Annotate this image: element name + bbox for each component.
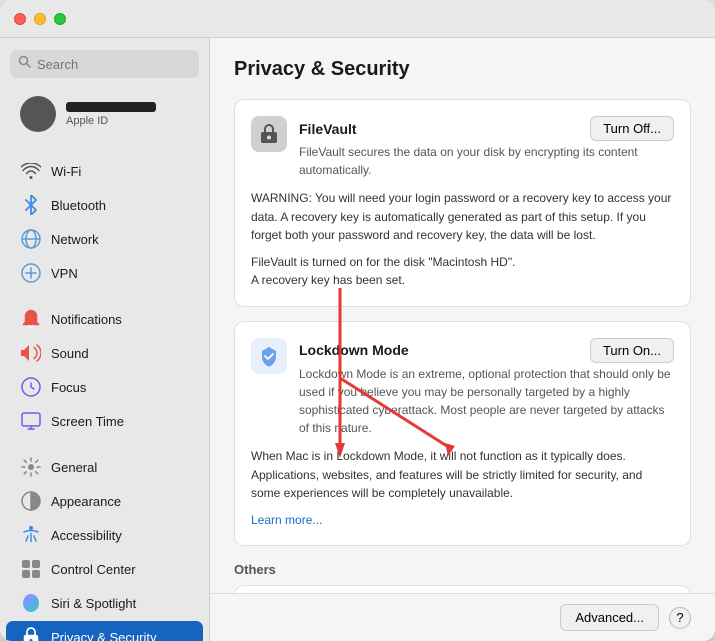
bottom-bar: Advanced... ?	[210, 593, 715, 641]
others-list: Extensions › Profiles ›	[234, 585, 691, 593]
bluetooth-icon	[20, 194, 42, 216]
sidebar: Apple ID Wi-Fi	[0, 38, 210, 641]
privacy-icon	[20, 626, 42, 641]
filevault-warning: WARNING: You will need your login passwo…	[251, 189, 674, 245]
avatar	[20, 96, 56, 132]
network-icon	[20, 228, 42, 250]
sidebar-item-siri-spotlight[interactable]: Siri & Spotlight	[6, 587, 203, 619]
wifi-icon	[20, 160, 42, 182]
screen-time-icon	[20, 410, 42, 432]
lockdown-extra: When Mac is in Lockdown Mode, it will no…	[251, 447, 674, 503]
lockdown-title: Lockdown Mode	[299, 342, 409, 358]
maximize-button[interactable]	[54, 13, 66, 25]
apple-id-label: Apple ID	[66, 115, 156, 127]
sidebar-item-label-sound: Sound	[51, 346, 89, 361]
page-title: Privacy & Security	[234, 58, 691, 81]
extensions-row[interactable]: Extensions ›	[235, 586, 690, 593]
filevault-title-row: FileVault Turn Off...	[299, 116, 674, 141]
sidebar-item-general[interactable]: General	[6, 451, 203, 483]
apple-id-name-bar	[66, 102, 156, 112]
sidebar-item-sound[interactable]: Sound	[6, 337, 203, 369]
search-box[interactable]	[10, 50, 199, 78]
filevault-text: FileVault Turn Off... FileVault secures …	[299, 116, 674, 179]
apple-id-section[interactable]: Apple ID	[6, 90, 203, 140]
sidebar-item-accessibility[interactable]: Accessibility	[6, 519, 203, 551]
sidebar-item-label-appearance: Appearance	[51, 494, 121, 509]
search-icon	[18, 55, 31, 73]
filevault-status: FileVault is turned on for the disk "Mac…	[251, 253, 674, 290]
notifications-icon	[20, 308, 42, 330]
sidebar-item-vpn[interactable]: VPN	[6, 257, 203, 289]
sound-icon	[20, 342, 42, 364]
sidebar-item-label-network: Network	[51, 232, 99, 247]
sidebar-item-label-control-center: Control Center	[51, 562, 136, 577]
focus-icon	[20, 376, 42, 398]
sidebar-item-label-screen-time: Screen Time	[51, 414, 124, 429]
sidebar-item-control-center[interactable]: Control Center	[6, 553, 203, 585]
lockdown-turn-on-button[interactable]: Turn On...	[590, 338, 674, 363]
sidebar-item-notifications[interactable]: Notifications	[6, 303, 203, 335]
sidebar-item-bluetooth[interactable]: Bluetooth	[6, 189, 203, 221]
sidebar-item-label-wifi: Wi-Fi	[51, 164, 81, 179]
sidebar-item-label-accessibility: Accessibility	[51, 528, 122, 543]
filevault-title: FileVault	[299, 121, 357, 137]
sidebar-item-focus[interactable]: Focus	[6, 371, 203, 403]
sidebar-item-label-focus: Focus	[51, 380, 86, 395]
lockdown-title-row: Lockdown Mode Turn On...	[299, 338, 674, 363]
lockdown-icon	[251, 338, 287, 374]
sidebar-item-privacy-security[interactable]: Privacy & Security	[6, 621, 203, 641]
content-area: Apple ID Wi-Fi	[0, 38, 715, 641]
main-content: Privacy & Security	[210, 38, 715, 593]
filevault-icon	[251, 116, 287, 152]
sidebar-item-label-privacy-security: Privacy & Security	[51, 630, 156, 641]
others-section-label: Others	[234, 562, 691, 577]
filevault-header: FileVault Turn Off... FileVault secures …	[251, 116, 674, 179]
learn-more-link[interactable]: Learn more...	[251, 513, 322, 527]
apple-id-info: Apple ID	[66, 102, 156, 127]
sidebar-item-network[interactable]: Network	[6, 223, 203, 255]
appearance-icon	[20, 490, 42, 512]
lockdown-text: Lockdown Mode Turn On... Lockdown Mode i…	[299, 338, 674, 437]
sidebar-item-screen-time[interactable]: Screen Time	[6, 405, 203, 437]
minimize-button[interactable]	[34, 13, 46, 25]
control-center-icon	[20, 558, 42, 580]
sidebar-item-appearance[interactable]: Appearance	[6, 485, 203, 517]
sidebar-item-wifi[interactable]: Wi-Fi	[6, 155, 203, 187]
lockdown-card: Lockdown Mode Turn On... Lockdown Mode i…	[234, 321, 691, 546]
lockdown-header: Lockdown Mode Turn On... Lockdown Mode i…	[251, 338, 674, 437]
close-button[interactable]	[14, 13, 26, 25]
sidebar-item-label-notifications: Notifications	[51, 312, 122, 327]
search-input[interactable]	[37, 57, 191, 72]
lockdown-description: Lockdown Mode is an extreme, optional pr…	[299, 365, 674, 437]
filevault-turn-off-button[interactable]: Turn Off...	[590, 116, 674, 141]
titlebar	[0, 0, 715, 38]
system-preferences-window: Apple ID Wi-Fi	[0, 0, 715, 641]
siri-icon	[20, 592, 42, 614]
sidebar-item-label-vpn: VPN	[51, 266, 78, 281]
sidebar-item-label-general: General	[51, 460, 97, 475]
accessibility-icon	[20, 524, 42, 546]
help-button[interactable]: ?	[669, 607, 691, 629]
general-icon	[20, 456, 42, 478]
advanced-button[interactable]: Advanced...	[560, 604, 659, 631]
filevault-card: FileVault Turn Off... FileVault secures …	[234, 99, 691, 307]
vpn-icon	[20, 262, 42, 284]
sidebar-item-label-siri-spotlight: Siri & Spotlight	[51, 596, 136, 611]
filevault-description: FileVault secures the data on your disk …	[299, 143, 674, 179]
sidebar-item-label-bluetooth: Bluetooth	[51, 198, 106, 213]
